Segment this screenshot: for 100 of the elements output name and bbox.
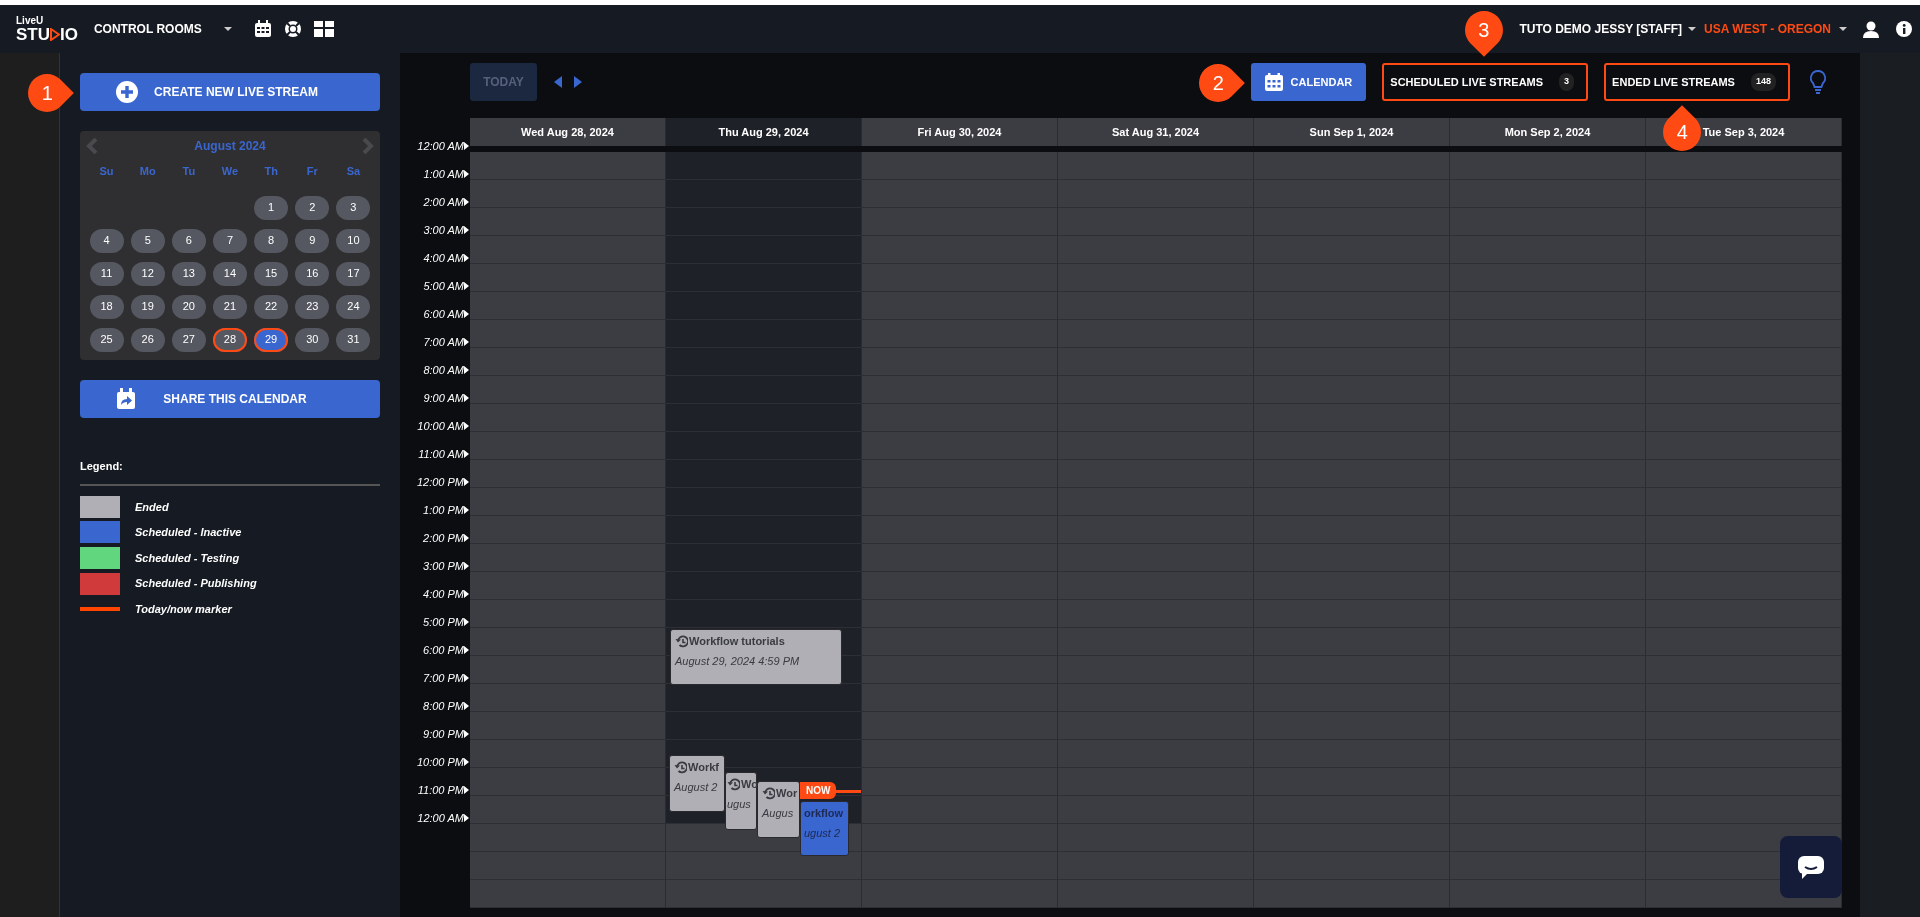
day-button[interactable]: 14 <box>213 261 247 286</box>
day-button[interactable]: 6 <box>171 228 206 253</box>
tick-arrow-icon <box>464 142 469 150</box>
tick-arrow-icon <box>464 226 469 234</box>
share-calendar-button[interactable]: SHARE THIS CALENDAR <box>80 379 380 418</box>
event-date: ugust 2 <box>804 825 842 841</box>
history-icon <box>762 786 775 800</box>
day-button[interactable]: 22 <box>254 294 289 319</box>
create-live-stream-button[interactable]: CREATE NEW LIVE STREAM <box>80 73 380 111</box>
time-label: 3:00 AM <box>423 222 464 238</box>
day-button[interactable]: 26 <box>130 327 165 352</box>
event-card[interactable]: Wor Augus <box>757 781 800 838</box>
tick-arrow-icon <box>464 170 469 178</box>
time-label: 1:00 PM <box>423 502 464 518</box>
day-button[interactable]: 20 <box>171 294 206 319</box>
chat-button[interactable] <box>1780 836 1842 898</box>
time-label: 5:00 AM <box>423 278 464 294</box>
tick-arrow-icon <box>464 198 469 206</box>
day-button[interactable]: 1 <box>254 195 289 220</box>
day-button[interactable]: 5 <box>130 228 165 253</box>
weekday-label: Sa <box>345 164 362 179</box>
day-button[interactable]: 17 <box>336 261 371 286</box>
day-button[interactable]: 16 <box>295 261 330 286</box>
legend-label: Ended <box>135 499 169 515</box>
tick-arrow-icon <box>464 786 469 794</box>
tick-arrow-icon <box>464 702 469 710</box>
time-label: 12:00 AM <box>417 810 464 826</box>
day-button[interactable]: 12 <box>130 261 165 286</box>
tick-arrow-icon <box>464 534 469 542</box>
time-label: 1:00 AM <box>423 166 464 182</box>
legend-label: Scheduled - Inactive <box>135 525 242 541</box>
layout-icon[interactable] <box>313 20 334 38</box>
day-button[interactable]: 24 <box>336 294 371 319</box>
time-label: 10:00 AM <box>417 418 464 434</box>
day-button[interactable]: 7 <box>213 228 247 253</box>
day-button[interactable]: 30 <box>295 327 330 352</box>
tick-arrow-icon <box>464 422 469 430</box>
info-icon[interactable] <box>1896 21 1912 37</box>
tick-arrow-icon <box>464 506 469 514</box>
caret-icon[interactable] <box>223 27 232 31</box>
region-menu[interactable]: USA WEST - OREGON <box>1704 20 1831 38</box>
day-button[interactable]: 10 <box>336 228 371 253</box>
time-label: 6:00 PM <box>423 642 464 658</box>
next-arrow-icon[interactable] <box>574 76 582 88</box>
day-header: Wed Aug 28, 2024 <box>470 118 666 146</box>
event-card[interactable]: Workflow tutorials August 29, 2024 4:59 PM <box>670 629 842 685</box>
day-button[interactable]: 2 <box>295 195 330 220</box>
day-button[interactable]: 4 <box>89 228 124 253</box>
plus-icon <box>116 81 138 103</box>
day-button[interactable]: 31 <box>336 327 371 352</box>
day-button[interactable]: 15 <box>254 261 289 286</box>
tick-arrow-icon <box>464 730 469 738</box>
user-icon[interactable] <box>1863 20 1879 38</box>
control-rooms-menu[interactable]: CONTROL ROOMS <box>93 20 202 38</box>
event-date: August 29, 2024 4:59 PM <box>675 653 801 669</box>
day-button[interactable]: 19 <box>130 294 165 319</box>
time-label: 9:00 PM <box>423 726 464 742</box>
studio-logo[interactable]: LiveU STU IO <box>16 15 78 43</box>
user-menu[interactable]: TUTO DEMO JESSY [STAFF] <box>1519 20 1683 38</box>
day-button[interactable]: 28 <box>213 327 247 352</box>
day-button[interactable]: 27 <box>171 327 206 352</box>
day-button[interactable]: 13 <box>171 261 206 286</box>
calendar-icon[interactable] <box>253 20 272 38</box>
day-button[interactable]: 8 <box>254 228 289 253</box>
day-button[interactable]: 25 <box>89 327 124 352</box>
lightbulb-icon[interactable] <box>1808 70 1828 94</box>
weekday-label: Mo <box>138 164 157 179</box>
event-title: orkflow <box>804 806 844 821</box>
tick-arrow-icon <box>464 282 469 290</box>
time-label: 8:00 PM <box>423 698 464 714</box>
caret-icon[interactable] <box>1839 27 1847 31</box>
time-label: 9:00 AM <box>423 390 464 406</box>
day-button[interactable]: 18 <box>89 294 124 319</box>
day-header: Fri Aug 30, 2024 <box>862 118 1058 146</box>
day-header: Mon Sep 2, 2024 <box>1450 118 1646 146</box>
view-tab[interactable]: SCHEDULED LIVE STREAMS 3 <box>1382 63 1589 101</box>
month-title: August 2024 <box>194 138 266 155</box>
event-date: Augus <box>762 805 795 821</box>
view-tab[interactable]: CALENDAR <box>1250 63 1367 101</box>
tick-arrow-icon <box>464 338 469 346</box>
lifebuoy-icon[interactable] <box>283 20 302 38</box>
legend-label: Scheduled - Testing <box>135 550 240 566</box>
caret-icon[interactable] <box>1688 27 1697 31</box>
day-button[interactable]: 11 <box>89 261 124 286</box>
view-tab[interactable]: ENDED LIVE STREAMS 148 <box>1604 63 1790 101</box>
tick-arrow-icon <box>464 814 469 822</box>
day-button[interactable]: 3 <box>336 195 371 220</box>
time-label: 8:00 AM <box>423 362 464 378</box>
event-card[interactable]: Workf August 2 <box>669 755 725 812</box>
tick-arrow-icon <box>464 254 469 262</box>
history-icon <box>675 634 688 648</box>
day-button[interactable]: 29 <box>254 327 289 352</box>
day-button[interactable]: 21 <box>213 294 247 319</box>
previous-arrow-icon[interactable] <box>554 76 562 88</box>
weekday-label: We <box>220 164 240 179</box>
tick-arrow-icon <box>464 590 469 598</box>
day-button[interactable]: 9 <box>295 228 330 253</box>
weekday-label: Th <box>263 164 279 179</box>
chat-icon <box>1798 855 1824 879</box>
day-button[interactable]: 23 <box>295 294 330 319</box>
